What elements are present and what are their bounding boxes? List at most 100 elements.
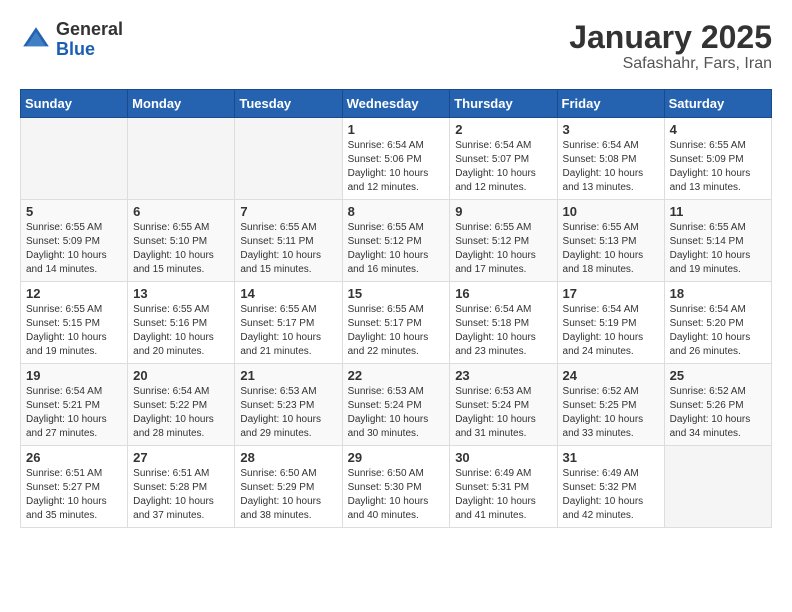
day-info: Sunrise: 6:55 AM Sunset: 5:17 PM Dayligh… bbox=[240, 303, 336, 359]
day-info: Sunrise: 6:55 AM Sunset: 5:13 PM Dayligh… bbox=[563, 221, 659, 277]
day-number: 12 bbox=[26, 286, 122, 301]
day-number: 14 bbox=[240, 286, 336, 301]
day-number: 8 bbox=[348, 204, 445, 219]
calendar-cell: 31Sunrise: 6:49 AM Sunset: 5:32 PM Dayli… bbox=[557, 446, 664, 528]
calendar-week-4: 19 Sunrise: 6:54 AM Sunset: 5:21 PM Dayli… bbox=[21, 364, 772, 446]
header-wednesday: Wednesday bbox=[342, 90, 450, 118]
logo: General Blue bbox=[20, 20, 123, 60]
calendar-cell: 23 Sunrise: 6:53 AM Sunset: 5:24 PM Dayli… bbox=[450, 364, 557, 446]
day-number: 11 bbox=[670, 204, 766, 219]
calendar-cell: 25Sunrise: 6:52 AM Sunset: 5:26 PM Dayli… bbox=[664, 364, 771, 446]
day-info: Sunrise: 6:49 AM Sunset: 5:32 PM Dayligh… bbox=[563, 467, 659, 523]
calendar-cell bbox=[21, 118, 128, 200]
day-number: 29 bbox=[348, 450, 445, 465]
day-info: Sunrise: 6:54 AM Sunset: 5:19 PM Dayligh… bbox=[563, 303, 659, 359]
day-number: 21 bbox=[240, 368, 336, 383]
logo-icon bbox=[20, 24, 52, 56]
calendar-cell: 18 Sunrise: 6:54 AM Sunset: 5:20 PM Dayli… bbox=[664, 282, 771, 364]
calendar-cell: 21 Sunrise: 6:53 AM Sunset: 5:23 PM Dayli… bbox=[235, 364, 342, 446]
day-info: Sunrise: 6:55 AM Sunset: 5:16 PM Dayligh… bbox=[133, 303, 229, 359]
day-info: Sunrise: 6:54 AM Sunset: 5:18 PM Dayligh… bbox=[455, 303, 551, 359]
calendar-cell: 12Sunrise: 6:55 AM Sunset: 5:15 PM Dayli… bbox=[21, 282, 128, 364]
day-number: 5 bbox=[26, 204, 122, 219]
logo-blue-text: Blue bbox=[56, 39, 95, 59]
day-info: Sunrise: 6:50 AM Sunset: 5:29 PM Dayligh… bbox=[240, 467, 336, 523]
calendar-cell: 16 Sunrise: 6:54 AM Sunset: 5:18 PM Dayli… bbox=[450, 282, 557, 364]
header-friday: Friday bbox=[557, 90, 664, 118]
day-info: Sunrise: 6:55 AM Sunset: 5:14 PM Dayligh… bbox=[670, 221, 766, 277]
day-info: Sunrise: 6:54 AM Sunset: 5:07 PM Dayligh… bbox=[455, 139, 551, 195]
calendar-cell: 24 Sunrise: 6:52 AM Sunset: 5:25 PM Dayli… bbox=[557, 364, 664, 446]
header-thursday: Thursday bbox=[450, 90, 557, 118]
day-info: Sunrise: 6:55 AM Sunset: 5:11 PM Dayligh… bbox=[240, 221, 336, 277]
day-number: 7 bbox=[240, 204, 336, 219]
day-number: 15 bbox=[348, 286, 445, 301]
calendar-week-1: 1Sunrise: 6:54 AM Sunset: 5:06 PM Daylig… bbox=[21, 118, 772, 200]
calendar-table: Sunday Monday Tuesday Wednesday Thursday… bbox=[20, 89, 772, 528]
calendar-cell: 26 Sunrise: 6:51 AM Sunset: 5:27 PM Dayli… bbox=[21, 446, 128, 528]
calendar-cell: 8 Sunrise: 6:55 AM Sunset: 5:12 PM Daylig… bbox=[342, 200, 450, 282]
calendar-cell: 13 Sunrise: 6:55 AM Sunset: 5:16 PM Dayli… bbox=[128, 282, 235, 364]
day-info: Sunrise: 6:51 AM Sunset: 5:27 PM Dayligh… bbox=[26, 467, 122, 523]
day-info: Sunrise: 6:52 AM Sunset: 5:25 PM Dayligh… bbox=[563, 385, 659, 441]
day-number: 1 bbox=[348, 122, 445, 137]
day-number: 4 bbox=[670, 122, 766, 137]
day-number: 27 bbox=[133, 450, 229, 465]
calendar-cell: 3Sunrise: 6:54 AM Sunset: 5:08 PM Daylig… bbox=[557, 118, 664, 200]
title-block: January 2025 Safashahr, Fars, Iran bbox=[569, 20, 772, 73]
calendar-cell: 10 Sunrise: 6:55 AM Sunset: 5:13 PM Dayli… bbox=[557, 200, 664, 282]
day-number: 16 bbox=[455, 286, 551, 301]
calendar-title: January 2025 bbox=[569, 20, 772, 55]
day-info: Sunrise: 6:55 AM Sunset: 5:17 PM Dayligh… bbox=[348, 303, 445, 359]
day-number: 26 bbox=[26, 450, 122, 465]
calendar-cell bbox=[235, 118, 342, 200]
day-info: Sunrise: 6:50 AM Sunset: 5:30 PM Dayligh… bbox=[348, 467, 445, 523]
calendar-body: 1Sunrise: 6:54 AM Sunset: 5:06 PM Daylig… bbox=[21, 118, 772, 528]
day-number: 23 bbox=[455, 368, 551, 383]
calendar-cell: 20Sunrise: 6:54 AM Sunset: 5:22 PM Dayli… bbox=[128, 364, 235, 446]
day-info: Sunrise: 6:53 AM Sunset: 5:23 PM Dayligh… bbox=[240, 385, 336, 441]
day-number: 9 bbox=[455, 204, 551, 219]
calendar-cell: 6 Sunrise: 6:55 AM Sunset: 5:10 PM Daylig… bbox=[128, 200, 235, 282]
calendar-cell: 29 Sunrise: 6:50 AM Sunset: 5:30 PM Dayli… bbox=[342, 446, 450, 528]
day-number: 10 bbox=[563, 204, 659, 219]
calendar-header: Sunday Monday Tuesday Wednesday Thursday… bbox=[21, 90, 772, 118]
calendar-cell: 28Sunrise: 6:50 AM Sunset: 5:29 PM Dayli… bbox=[235, 446, 342, 528]
calendar-week-3: 12Sunrise: 6:55 AM Sunset: 5:15 PM Dayli… bbox=[21, 282, 772, 364]
calendar-week-2: 5Sunrise: 6:55 AM Sunset: 5:09 PM Daylig… bbox=[21, 200, 772, 282]
calendar-cell bbox=[128, 118, 235, 200]
page-header: General Blue January 2025 Safashahr, Far… bbox=[20, 20, 772, 73]
day-info: Sunrise: 6:54 AM Sunset: 5:21 PM Dayligh… bbox=[26, 385, 122, 441]
day-number: 17 bbox=[563, 286, 659, 301]
calendar-cell: 27Sunrise: 6:51 AM Sunset: 5:28 PM Dayli… bbox=[128, 446, 235, 528]
calendar-cell: 19 Sunrise: 6:54 AM Sunset: 5:21 PM Dayli… bbox=[21, 364, 128, 446]
calendar-cell: 9Sunrise: 6:55 AM Sunset: 5:12 PM Daylig… bbox=[450, 200, 557, 282]
day-info: Sunrise: 6:52 AM Sunset: 5:26 PM Dayligh… bbox=[670, 385, 766, 441]
day-info: Sunrise: 6:55 AM Sunset: 5:10 PM Dayligh… bbox=[133, 221, 229, 277]
calendar-cell: 2 Sunrise: 6:54 AM Sunset: 5:07 PM Daylig… bbox=[450, 118, 557, 200]
calendar-cell: 30Sunrise: 6:49 AM Sunset: 5:31 PM Dayli… bbox=[450, 446, 557, 528]
calendar-cell: 5Sunrise: 6:55 AM Sunset: 5:09 PM Daylig… bbox=[21, 200, 128, 282]
day-number: 24 bbox=[563, 368, 659, 383]
day-number: 13 bbox=[133, 286, 229, 301]
day-number: 20 bbox=[133, 368, 229, 383]
calendar-cell: 7 Sunrise: 6:55 AM Sunset: 5:11 PM Daylig… bbox=[235, 200, 342, 282]
header-tuesday: Tuesday bbox=[235, 90, 342, 118]
day-number: 18 bbox=[670, 286, 766, 301]
day-info: Sunrise: 6:54 AM Sunset: 5:20 PM Dayligh… bbox=[670, 303, 766, 359]
day-number: 30 bbox=[455, 450, 551, 465]
day-number: 2 bbox=[455, 122, 551, 137]
day-number: 6 bbox=[133, 204, 229, 219]
day-info: Sunrise: 6:55 AM Sunset: 5:12 PM Dayligh… bbox=[348, 221, 445, 277]
header-sunday: Sunday bbox=[21, 90, 128, 118]
calendar-cell: 22 Sunrise: 6:53 AM Sunset: 5:24 PM Dayli… bbox=[342, 364, 450, 446]
day-number: 19 bbox=[26, 368, 122, 383]
header-monday: Monday bbox=[128, 90, 235, 118]
calendar-cell bbox=[664, 446, 771, 528]
day-number: 22 bbox=[348, 368, 445, 383]
day-info: Sunrise: 6:53 AM Sunset: 5:24 PM Dayligh… bbox=[455, 385, 551, 441]
day-info: Sunrise: 6:54 AM Sunset: 5:08 PM Dayligh… bbox=[563, 139, 659, 195]
calendar-cell: 17 Sunrise: 6:54 AM Sunset: 5:19 PM Dayli… bbox=[557, 282, 664, 364]
day-info: Sunrise: 6:53 AM Sunset: 5:24 PM Dayligh… bbox=[348, 385, 445, 441]
logo-general-text: General bbox=[56, 19, 123, 39]
